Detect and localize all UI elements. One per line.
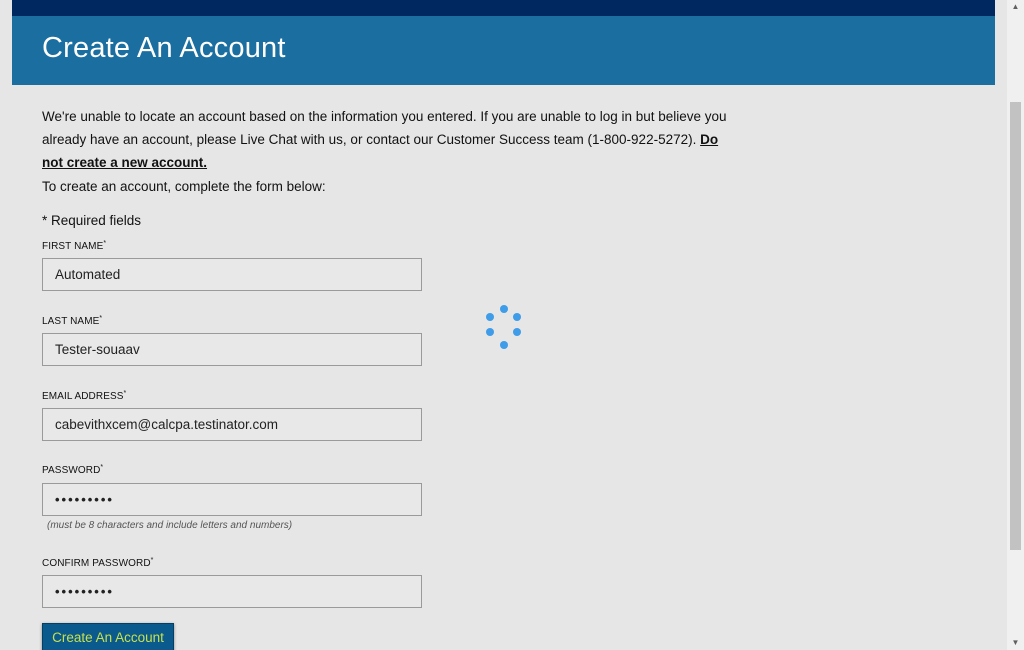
first-name-label: FIRST NAME*	[42, 240, 107, 252]
spinner-dot	[500, 341, 508, 349]
notice-text: We're unable to locate an account based …	[42, 109, 727, 147]
scrollbar-thumb[interactable]	[1010, 102, 1021, 550]
spinner-dot	[486, 328, 494, 336]
last-name-input[interactable]: Tester-souaav	[42, 333, 422, 366]
page-title: Create An Account	[42, 32, 286, 64]
password-label: PASSWORD*	[42, 464, 104, 476]
password-hint: (must be 8 characters and include letter…	[47, 520, 293, 531]
password-input[interactable]: •••••••••	[42, 483, 422, 516]
scroll-up-arrow-icon[interactable]: ▲	[1007, 0, 1024, 14]
form-instructions: To create an account, complete the form …	[42, 179, 326, 194]
spinner-dot	[513, 313, 521, 321]
vertical-scrollbar[interactable]: ▲ ▼	[1007, 0, 1024, 650]
last-name-label: LAST NAME*	[42, 315, 103, 327]
spinner-dot	[500, 305, 508, 313]
confirm-password-input[interactable]: •••••••••	[42, 575, 422, 608]
account-not-found-notice: We're unable to locate an account based …	[42, 105, 742, 174]
spinner-dot	[486, 313, 494, 321]
spinner-dot	[513, 328, 521, 336]
top-bar	[12, 0, 995, 16]
form-intro: We're unable to locate an account based …	[42, 105, 742, 230]
scroll-down-arrow-icon[interactable]: ▼	[1007, 636, 1024, 650]
first-name-input[interactable]: Automated	[42, 258, 422, 291]
required-fields-note: * Required fields	[42, 213, 142, 228]
email-input[interactable]: cabevithxcem@calcpa.testinator.com	[42, 408, 422, 441]
confirm-password-label: CONFIRM PASSWORD*	[42, 557, 154, 569]
header-banner: Create An Account	[12, 16, 995, 85]
create-account-button[interactable]: Create An Account	[42, 623, 174, 650]
email-label: EMAIL ADDRESS*	[42, 390, 127, 402]
page: Create An Account We're unable to locate…	[0, 0, 1024, 650]
loading-spinner-icon	[484, 303, 524, 349]
